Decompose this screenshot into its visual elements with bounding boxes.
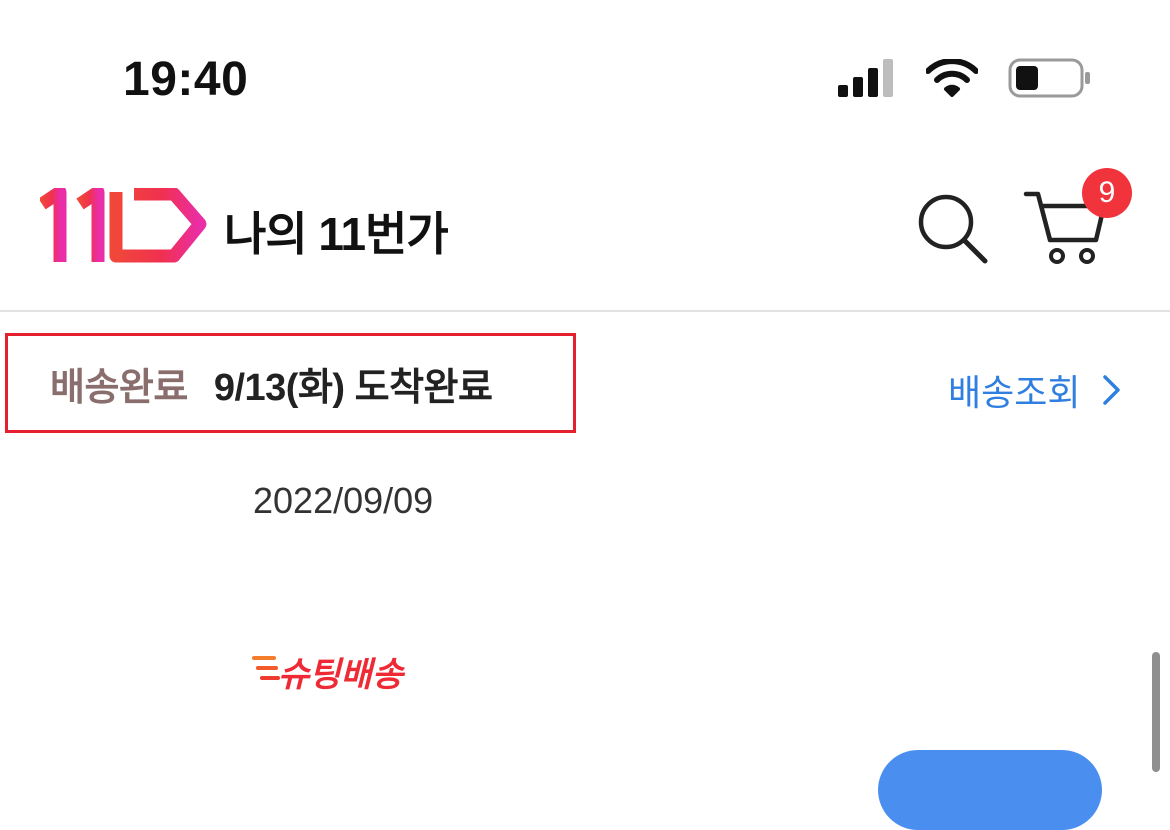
order-date: 2022/09/09 xyxy=(253,480,434,521)
header-divider xyxy=(0,310,1170,312)
cellular-signal-icon xyxy=(838,59,893,97)
battery-icon xyxy=(1008,58,1090,98)
search-button[interactable] xyxy=(912,190,992,270)
brand-logo[interactable] xyxy=(38,185,210,269)
search-icon xyxy=(918,194,988,264)
status-bar: 19:40 xyxy=(0,0,1170,150)
app-header: 나의 11번가 xyxy=(0,160,1170,310)
scrollbar[interactable] xyxy=(1152,652,1160,772)
cart-count-badge: 9 xyxy=(1082,168,1132,218)
arrival-status-text: 9/13(화) 도착완료 xyxy=(213,366,493,409)
delivery-status-label: 배송완료 xyxy=(50,366,188,409)
wifi-icon xyxy=(926,59,978,97)
track-delivery-link[interactable]: 배송조회 xyxy=(948,364,1122,416)
shooting-delivery-text: 슈팅배송 xyxy=(278,655,406,694)
action-button[interactable] xyxy=(878,750,1102,830)
delivery-status-box: 배송완료 9/13(화) 도착완료 xyxy=(5,333,576,433)
shooting-delivery-badge: 슈팅배송 xyxy=(252,648,422,699)
status-icons xyxy=(838,58,1092,98)
page-title: 나의 11번가 xyxy=(224,208,449,260)
status-time: 19:40 xyxy=(123,53,249,106)
chevron-right-icon xyxy=(1103,375,1121,405)
track-delivery-label: 배송조회 xyxy=(948,372,1081,413)
